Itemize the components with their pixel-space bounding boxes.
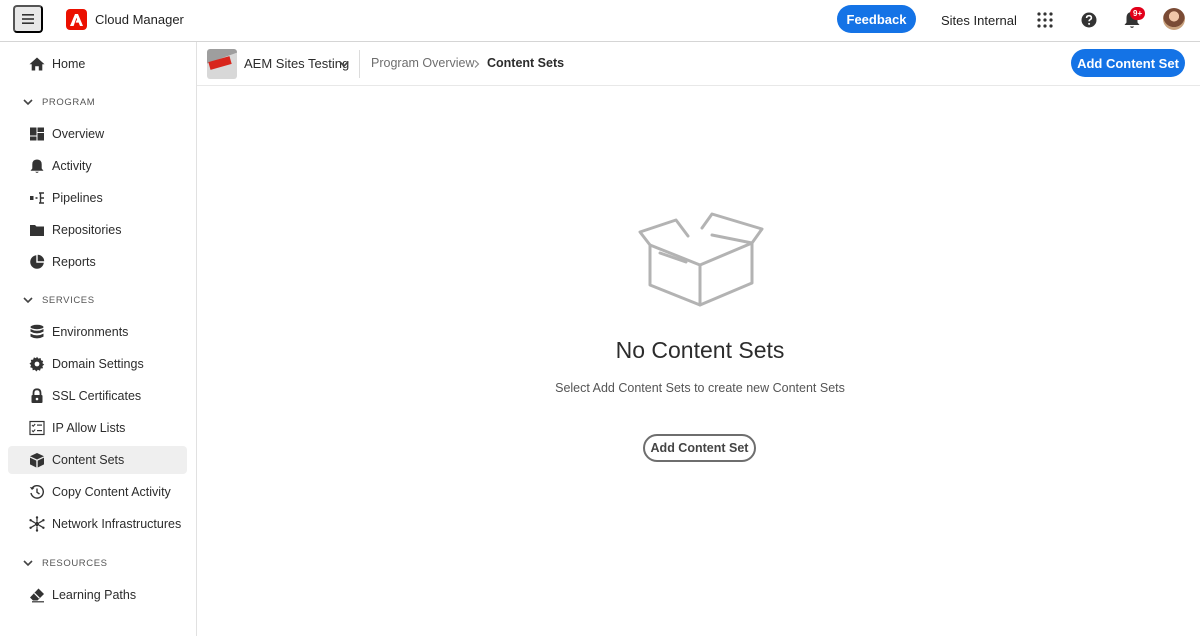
empty-state-add-content-set-button[interactable]: Add Content Set: [643, 434, 756, 462]
menu-icon: [22, 14, 34, 24]
empty-box-illustration: [638, 212, 764, 307]
sidebar-item-label: Reports: [52, 255, 96, 269]
sidebar-item-label: Domain Settings: [52, 357, 144, 371]
section-resources-toggle[interactable]: RESOURCES: [22, 555, 108, 571]
sidebar-nav: Home PROGRAM Overview Activity Pipelines: [0, 42, 197, 636]
sidebar-item-reports[interactable]: Reports: [8, 248, 187, 276]
sidebar-item-label: Content Sets: [52, 453, 125, 467]
chevron-down-icon[interactable]: [338, 58, 350, 70]
sidebar-item-home[interactable]: Home: [8, 50, 187, 78]
section-program-toggle[interactable]: PROGRAM: [22, 94, 95, 110]
sidebar-item-pipelines[interactable]: Pipelines: [8, 184, 187, 212]
org-switcher[interactable]: Sites Internal: [941, 13, 1017, 28]
gear-icon: [29, 356, 45, 372]
section-resources-label: RESOURCES: [42, 557, 108, 569]
chevron-down-icon: [23, 99, 33, 106]
sidebar-item-activity[interactable]: Activity: [8, 152, 187, 180]
sidebar-item-label: Pipelines: [52, 191, 103, 205]
sidebar-item-label: Activity: [52, 159, 92, 173]
notification-count-badge: 9+: [1130, 7, 1146, 20]
empty-state-title: No Content Sets: [615, 337, 785, 363]
app-title[interactable]: Cloud Manager: [95, 12, 184, 27]
sidebar-item-environments[interactable]: Environments: [8, 318, 187, 346]
pie-chart-icon: [30, 254, 45, 269]
feedback-button[interactable]: Feedback: [837, 5, 916, 33]
add-content-set-button[interactable]: Add Content Set: [1071, 49, 1185, 77]
sidebar-item-label: Network Infrastructures: [52, 517, 182, 531]
hamburger-menu-button[interactable]: [13, 5, 43, 33]
help-icon[interactable]: [1080, 11, 1098, 29]
sidebar-item-label: Copy Content Activity: [52, 485, 171, 499]
lock-icon: [31, 388, 43, 403]
home-icon: [29, 57, 45, 71]
sidebar-item-label: Environments: [52, 325, 129, 339]
sidebar-item-copy-content-activity[interactable]: Copy Content Activity: [8, 478, 187, 506]
sidebar-item-content-sets[interactable]: Content Sets: [8, 446, 187, 474]
bell-icon: [30, 159, 44, 173]
sidebar-item-ssl-certificates[interactable]: SSL Certificates: [8, 382, 187, 410]
database-icon: [30, 324, 44, 339]
section-services-label: SERVICES: [42, 294, 95, 306]
chevron-right-icon: [474, 60, 480, 68]
adobe-logo-icon[interactable]: [66, 9, 87, 30]
program-thumbnail: [207, 49, 237, 79]
sidebar-item-learning-paths[interactable]: Learning Paths: [8, 581, 187, 609]
sidebar-item-overview[interactable]: Overview: [8, 120, 187, 148]
sidebar-item-domain-settings[interactable]: Domain Settings: [8, 350, 187, 378]
dashboard-icon: [30, 127, 44, 141]
sidebar-item-label: Repositories: [52, 223, 122, 237]
sidebar-item-label: Home: [52, 57, 86, 71]
chevron-down-icon: [23, 297, 33, 304]
chevron-down-icon: [23, 560, 33, 567]
header-divider: [359, 50, 360, 78]
top-bar: Cloud Manager Feedback Sites Internal 9+: [0, 0, 1200, 42]
sidebar-item-network-infrastructures[interactable]: Network Infrastructures: [8, 510, 187, 538]
sidebar-item-repositories[interactable]: Repositories: [8, 216, 187, 244]
network-icon: [29, 516, 45, 532]
eraser-icon: [30, 588, 44, 603]
user-avatar[interactable]: [1163, 8, 1185, 30]
box-icon: [30, 453, 44, 468]
breadcrumb-current-page: Content Sets: [487, 56, 565, 70]
page-header: AEM Sites Testing Program Overview Conte…: [197, 42, 1200, 86]
program-switcher[interactable]: AEM Sites Testing: [244, 56, 349, 71]
section-program-label: PROGRAM: [42, 96, 96, 108]
sidebar-item-ip-allow-lists[interactable]: IP Allow Lists: [8, 414, 187, 442]
sidebar-item-label: IP Allow Lists: [52, 421, 126, 435]
breadcrumb-program-overview[interactable]: Program Overview: [371, 56, 475, 70]
app-switcher-icon[interactable]: [1036, 11, 1054, 29]
sidebar-item-label: Overview: [52, 127, 105, 141]
history-icon: [29, 485, 44, 499]
folder-icon: [30, 225, 44, 236]
pipeline-icon: [30, 192, 44, 204]
sidebar-item-label: SSL Certificates: [52, 389, 142, 403]
sidebar-item-label: Learning Paths: [52, 588, 137, 602]
empty-state-description: Select Add Content Sets to create new Co…: [555, 381, 845, 395]
section-services-toggle[interactable]: SERVICES: [22, 292, 95, 308]
checklist-icon: [29, 420, 45, 436]
